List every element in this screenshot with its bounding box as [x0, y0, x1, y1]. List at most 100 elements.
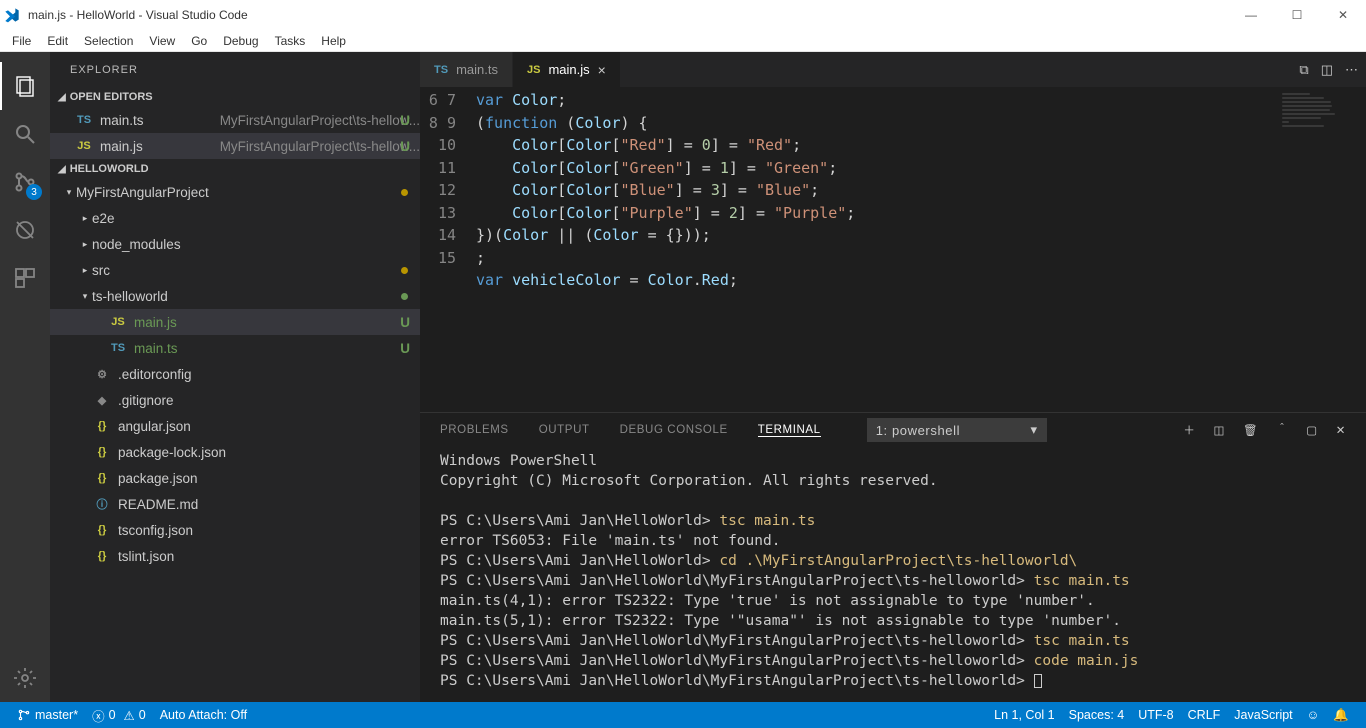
minimap[interactable]	[1282, 91, 1352, 211]
panel-tab-output[interactable]: OUTPUT	[539, 424, 590, 436]
file-item[interactable]: {}angular.json	[50, 413, 420, 439]
folder-item[interactable]: ▸e2e	[50, 205, 420, 231]
window-title: main.js - HelloWorld - Visual Studio Cod…	[24, 8, 1228, 22]
compare-icon[interactable]: ⧉	[1299, 62, 1308, 78]
file-item[interactable]: ⚙.editorconfig	[50, 361, 420, 387]
status-spaces[interactable]: Spaces: 4	[1062, 708, 1132, 722]
code-content[interactable]: var Color; (function (Color) { Color[Col…	[476, 87, 1366, 412]
menu-file[interactable]: File	[4, 32, 39, 50]
file-icon: ◆	[92, 394, 112, 407]
file-name: main.js	[100, 139, 214, 154]
activity-search[interactable]	[0, 110, 50, 158]
file-icon: {}	[92, 420, 112, 432]
activity-explorer[interactable]	[0, 62, 50, 110]
status-auto-attach[interactable]: Auto Attach: Off	[153, 708, 254, 722]
editor-tab[interactable]: TS main.ts	[420, 52, 513, 87]
editor-tab[interactable]: JS main.js ×	[513, 52, 621, 87]
item-name: ts-helloworld	[92, 289, 420, 304]
chevron-icon: ▸	[78, 239, 92, 250]
vcs-status: U	[400, 341, 410, 356]
close-icon[interactable]: ×	[598, 62, 606, 78]
kill-terminal-icon[interactable]: 🗑	[1243, 423, 1258, 437]
menu-selection[interactable]: Selection	[76, 32, 141, 50]
item-name: package-lock.json	[118, 445, 420, 460]
maximize-panel-icon[interactable]: ▢	[1306, 423, 1317, 437]
item-name: README.md	[118, 497, 420, 512]
split-terminal-icon[interactable]: ◫	[1214, 423, 1225, 437]
file-icon: TS	[434, 64, 448, 76]
activity-settings[interactable]	[0, 654, 50, 702]
activity-debug[interactable]	[0, 206, 50, 254]
sidebar-title: EXPLORER	[50, 52, 420, 87]
menu-help[interactable]: Help	[313, 32, 354, 50]
item-name: src	[92, 263, 420, 278]
chevron-icon: ▾	[62, 187, 76, 198]
more-icon[interactable]: ⋯	[1345, 62, 1358, 78]
terminal-select[interactable]: 1: powershell▾	[867, 418, 1047, 442]
code-editor[interactable]: 6 7 8 9 10 11 12 13 14 15 var Color; (fu…	[420, 87, 1366, 412]
close-button[interactable]: ✕	[1320, 0, 1366, 30]
menu-bar: FileEditSelectionViewGoDebugTasksHelp	[0, 30, 1366, 52]
menu-go[interactable]: Go	[183, 32, 215, 50]
maximize-button[interactable]: ☐	[1274, 0, 1320, 30]
repo-header[interactable]: ◢HELLOWORLD	[50, 159, 420, 179]
tab-label: main.ts	[456, 62, 498, 77]
file-item[interactable]: {}tsconfig.json	[50, 517, 420, 543]
panel-up-icon[interactable]: ＾	[1276, 422, 1288, 438]
folder-item[interactable]: ▸src	[50, 257, 420, 283]
file-icon: {}	[92, 550, 112, 562]
terminal[interactable]: Windows PowerShell Copyright (C) Microso…	[420, 447, 1366, 702]
file-item[interactable]: TSmain.tsU	[50, 335, 420, 361]
status-bell-icon[interactable]: 🔔	[1326, 708, 1356, 723]
line-gutter: 6 7 8 9 10 11 12 13 14 15	[420, 87, 476, 412]
status-encoding[interactable]: UTF-8	[1131, 708, 1180, 722]
open-editor-item[interactable]: JSmain.jsMyFirstAngularProject\ts-hellow…	[50, 133, 420, 159]
item-name: node_modules	[92, 237, 420, 252]
file-icon: JS	[74, 140, 94, 152]
status-branch[interactable]: master*	[10, 708, 85, 722]
folder-item[interactable]: ▸node_modules	[50, 231, 420, 257]
close-panel-icon[interactable]: ✕	[1336, 423, 1346, 437]
explorer-sidebar: EXPLORER ◢OPEN EDITORS TSmain.tsMyFirstA…	[50, 52, 420, 702]
status-problems[interactable]: ⓧ0 ⚠0	[85, 706, 153, 725]
panel-tab-terminal[interactable]: TERMINAL	[758, 424, 821, 437]
status-eol[interactable]: CRLF	[1181, 708, 1228, 722]
menu-tasks[interactable]: Tasks	[267, 32, 314, 50]
minimize-button[interactable]: —	[1228, 0, 1274, 30]
activity-scm[interactable]: 3	[0, 158, 50, 206]
file-icon: ⚙	[92, 368, 112, 381]
new-terminal-icon[interactable]: ＋	[1183, 422, 1195, 438]
vcs-dot	[401, 267, 408, 274]
window-titlebar: main.js - HelloWorld - Visual Studio Cod…	[0, 0, 1366, 30]
file-item[interactable]: ◆.gitignore	[50, 387, 420, 413]
panel-tabs: PROBLEMS OUTPUT DEBUG CONSOLE TERMINAL 1: po…	[420, 413, 1366, 447]
item-name: main.ts	[134, 341, 420, 356]
panel-tab-debug-console[interactable]: DEBUG CONSOLE	[620, 424, 728, 436]
file-item[interactable]: JSmain.jsU	[50, 309, 420, 335]
split-icon[interactable]: ◫	[1321, 62, 1333, 78]
item-name: MyFirstAngularProject	[76, 185, 420, 200]
folder-item[interactable]: ▾MyFirstAngularProject	[50, 179, 420, 205]
file-icon: JS	[527, 64, 540, 76]
file-icon: {}	[92, 472, 112, 484]
file-item[interactable]: {}package-lock.json	[50, 439, 420, 465]
status-feedback-icon[interactable]: ☺	[1300, 708, 1327, 722]
chevron-icon: ▸	[78, 265, 92, 276]
editor-tabs: TS main.ts JS main.js × ⧉ ◫ ⋯	[420, 52, 1366, 87]
open-editor-item[interactable]: TSmain.tsMyFirstAngularProject\ts-hellow…	[50, 107, 420, 133]
file-item[interactable]: {}tslint.json	[50, 543, 420, 569]
status-language[interactable]: JavaScript	[1227, 708, 1299, 722]
vcs-status: U	[400, 139, 410, 154]
activity-extensions[interactable]	[0, 254, 50, 302]
open-editors-header[interactable]: ◢OPEN EDITORS	[50, 87, 420, 107]
menu-debug[interactable]: Debug	[215, 32, 266, 50]
file-item[interactable]: {}package.json	[50, 465, 420, 491]
file-item[interactable]: ⓘREADME.md	[50, 491, 420, 517]
panel-tab-problems[interactable]: PROBLEMS	[440, 424, 509, 436]
tab-label: main.js	[548, 62, 589, 77]
file-icon: JS	[108, 316, 128, 328]
status-cursor[interactable]: Ln 1, Col 1	[987, 708, 1061, 722]
folder-item[interactable]: ▾ts-helloworld	[50, 283, 420, 309]
menu-edit[interactable]: Edit	[39, 32, 76, 50]
menu-view[interactable]: View	[141, 32, 183, 50]
